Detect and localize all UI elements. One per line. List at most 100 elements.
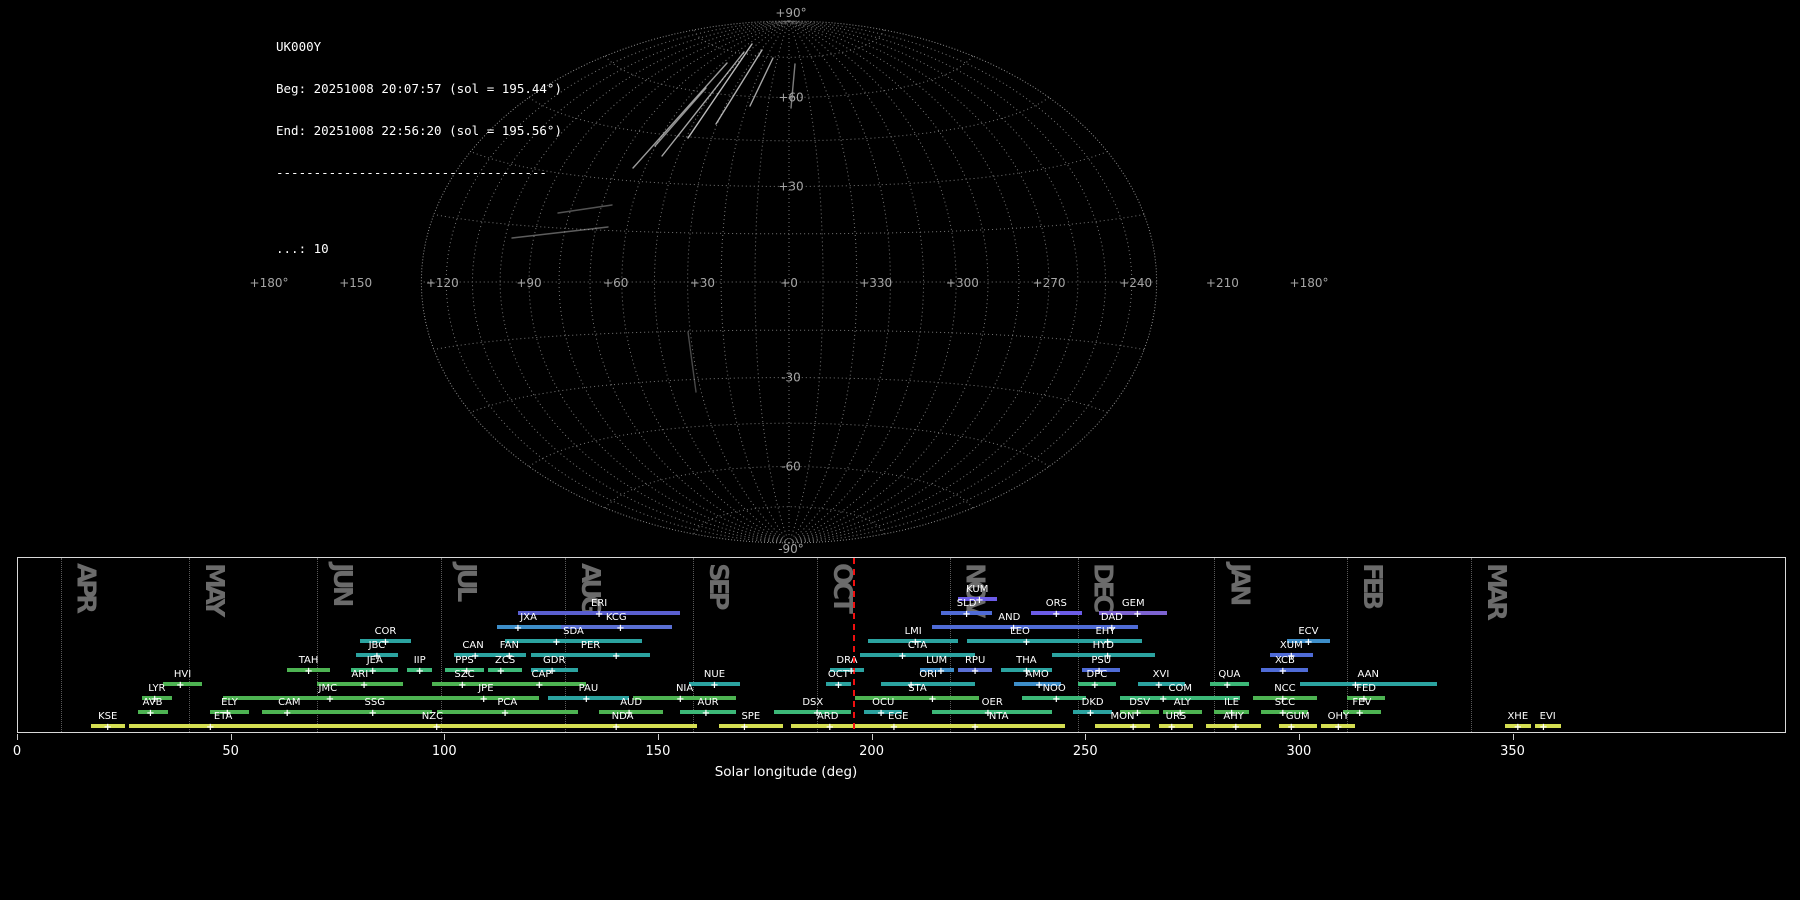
- peak-marker: +: [612, 651, 621, 663]
- peak-marker: +: [1334, 721, 1343, 733]
- axis-tick: [657, 734, 659, 740]
- axis-tick: [17, 734, 18, 740]
- shower-bar-ori: [881, 681, 976, 686]
- shower-label: XUM: [1279, 640, 1303, 652]
- session-begin: Beg: 20251008 20:07:57 (sol = 195.44°): [276, 81, 562, 96]
- shower-bar-ege: [864, 723, 933, 728]
- meteor-trail: [661, 51, 745, 157]
- shower-label: DSV: [1129, 696, 1151, 708]
- lat-label: +90°: [775, 6, 806, 20]
- shower-label: KUM: [966, 584, 989, 595]
- meteor-count: ...: 10: [276, 241, 329, 256]
- peak-marker: +: [1103, 651, 1112, 663]
- month-label-jun: JUN: [327, 563, 358, 604]
- peak-marker: +: [701, 707, 711, 719]
- axis-tick-label: 0: [12, 744, 22, 759]
- shower-label: FAN: [499, 640, 519, 652]
- peak-marker: +: [282, 707, 292, 719]
- shower-label: TAH: [298, 654, 319, 666]
- month-gridline: [1214, 558, 1216, 732]
- axis-tick: [1512, 734, 1514, 740]
- lon-label: +210: [1206, 276, 1239, 290]
- axis-tick-label: 100: [431, 744, 457, 759]
- peak-marker: +: [513, 623, 523, 635]
- shower-label: NCC: [1274, 682, 1296, 694]
- peak-marker: +: [325, 693, 335, 705]
- axis-tick: [1085, 734, 1087, 740]
- peak-marker: +: [975, 594, 984, 606]
- peak-marker: +: [676, 693, 685, 705]
- peak-marker: +: [462, 665, 471, 677]
- shower-label: CAM: [278, 696, 301, 708]
- month-label-sep: SEP: [703, 563, 734, 607]
- shower-label: LYR: [148, 682, 166, 694]
- peak-marker: +: [1129, 721, 1138, 733]
- shower-label: LUM: [926, 654, 948, 666]
- shower-label: COM: [1168, 682, 1192, 694]
- peak-marker: +: [1009, 623, 1018, 635]
- peak-marker: +: [223, 707, 232, 719]
- peak-marker: +: [1223, 679, 1232, 691]
- lon-label: +120: [426, 276, 459, 290]
- peak-marker: +: [1278, 707, 1287, 719]
- shower-label: DKD: [1081, 696, 1104, 708]
- peak-marker: +: [1351, 679, 1360, 691]
- peak-marker: +: [911, 637, 920, 649]
- shower-label: ERI: [591, 598, 608, 610]
- axis-tick-label: 150: [645, 744, 671, 759]
- shower-bar-zcs: [488, 667, 523, 672]
- lon-label: +180°: [250, 276, 289, 290]
- peak-marker: +: [1022, 665, 1031, 677]
- lon-label: +0: [780, 276, 798, 290]
- peak-marker: +: [103, 721, 112, 733]
- shower-label: AND: [998, 612, 1021, 624]
- shower-label: OHY: [1327, 710, 1350, 722]
- shower-label: DSX: [802, 696, 824, 708]
- peak-marker: +: [471, 651, 480, 663]
- peak-marker: +: [552, 637, 561, 649]
- shower-label: JXA: [520, 612, 537, 624]
- peak-marker: +: [983, 707, 993, 719]
- shower-label: OCT: [827, 668, 849, 680]
- shower-label: RPU: [964, 654, 986, 666]
- peak-marker: +: [1355, 707, 1364, 719]
- peak-marker: +: [150, 693, 159, 705]
- shower-label: KSE: [98, 710, 118, 722]
- month-label-jul: JUL: [451, 563, 482, 599]
- shower-bar-gum: [1278, 723, 1317, 728]
- shower-label: SPE: [741, 710, 761, 722]
- shower-bar-urs: [1158, 723, 1194, 728]
- peak-marker: +: [710, 679, 719, 691]
- axis-tick-label: 200: [859, 744, 884, 759]
- shower-label: OCU: [872, 696, 895, 708]
- month-gridline: [1470, 558, 1472, 732]
- peak-marker: +: [624, 707, 634, 719]
- shower-label: SDA: [563, 626, 584, 638]
- peak-marker: +: [1176, 707, 1185, 719]
- peak-marker: +: [962, 608, 971, 620]
- peak-marker: +: [1158, 693, 1168, 705]
- month-gridline: [317, 558, 319, 732]
- axis-tick: [230, 734, 232, 740]
- shower-label: AUR: [697, 696, 719, 708]
- axis-tick: [1298, 734, 1300, 740]
- shower-label: AAN: [1357, 668, 1379, 680]
- x-axis-title: Solar longitude (deg): [714, 764, 858, 780]
- meteor-trail: [557, 204, 613, 214]
- session-end: End: 20251008 22:56:20 (sol = 195.56°): [276, 123, 562, 138]
- peak-marker: +: [1022, 637, 1031, 649]
- shower-label: XVI: [1152, 668, 1170, 680]
- lon-label: +150: [339, 276, 372, 290]
- peak-marker: +: [368, 707, 377, 719]
- peak-marker: +: [304, 665, 313, 677]
- month-gridline: [693, 558, 695, 732]
- peak-marker: +: [847, 665, 856, 677]
- lon-label: +60: [603, 276, 628, 290]
- shower-label: GUM: [1285, 710, 1310, 722]
- month-gridline: [60, 558, 62, 732]
- shower-bar-eta: [129, 723, 318, 728]
- info-panel: UK000Y Beg: 20251008 20:07:57 (sol = 195…: [276, 12, 562, 270]
- shower-label: ALY: [1173, 696, 1191, 708]
- shower-label: JMC: [318, 682, 338, 694]
- sky-map: +180° +150 +120 +90 +60 +30 +0 +330 +300 +270 +240…: [250, 6, 1329, 556]
